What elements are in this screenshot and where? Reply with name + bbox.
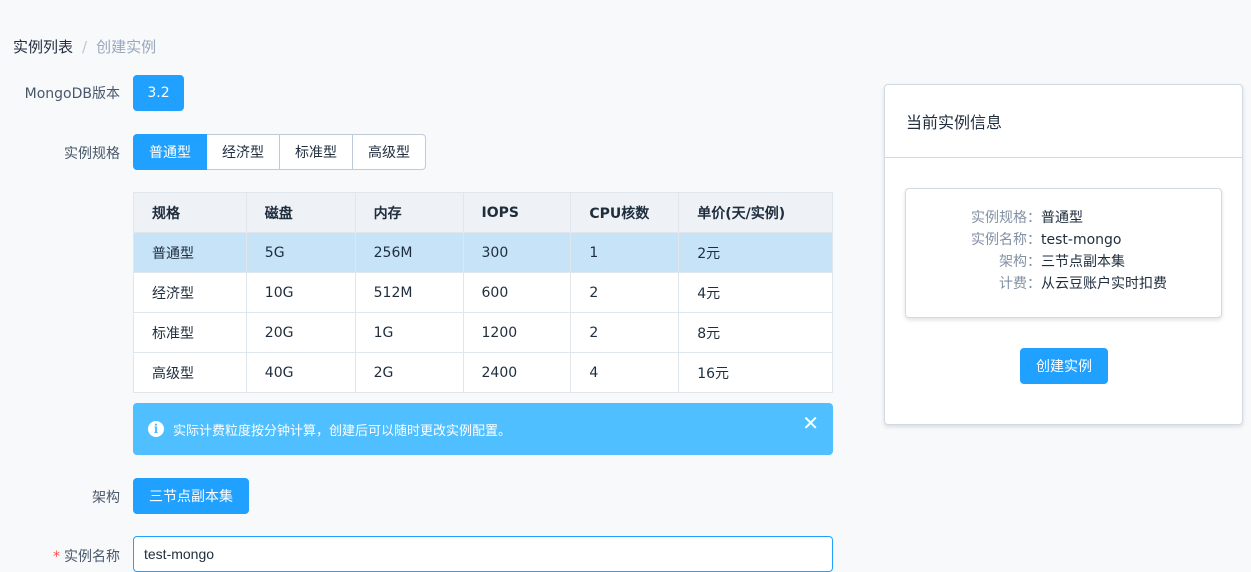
table-cell: 600 — [462, 272, 572, 313]
table-cell: 2元 — [678, 232, 833, 273]
info-key: 架构： — [999, 254, 1041, 270]
table-cell: 2 — [570, 272, 680, 313]
table-cell: 普通型 — [133, 232, 247, 273]
table-cell: 标准型 — [133, 312, 247, 353]
table-cell: 8元 — [678, 312, 833, 353]
info-value: test-mongo — [1041, 232, 1122, 248]
version-label: MongoDB版本 — [24, 86, 120, 102]
instance-info-panel: 实例规格： 普通型 实例名称： test-mongo 架构： 三节点副本集 计费： 从云… — [905, 188, 1222, 318]
arch-button[interactable]: 三节点副本集 — [133, 478, 249, 514]
close-icon[interactable]: ✕ — [802, 411, 819, 435]
info-row-name: 实例名称： test-mongo — [906, 229, 1221, 251]
breadcrumb-current: 创建实例 — [96, 38, 157, 56]
table-cell: 2400 — [462, 352, 572, 393]
info-row-spec: 实例规格： 普通型 — [906, 207, 1221, 229]
spec-option-standard[interactable]: 标准型 — [280, 134, 353, 170]
table-header: 规格 — [133, 192, 247, 233]
name-label-text: 实例名称 — [64, 549, 120, 565]
instance-info-card: 当前实例信息 实例规格： 普通型 实例名称： test-mongo 架构： 三节点副本… — [884, 84, 1243, 425]
info-key: 实例名称： — [971, 232, 1041, 248]
table-cell: 4 — [570, 352, 680, 393]
alert-text: 实际计费粒度按分钟计算，创建后可以随时更改实例配置。 — [173, 423, 512, 439]
table-cell: 2G — [354, 352, 464, 393]
spec-option-economy[interactable]: 经济型 — [207, 134, 280, 170]
table-cell: 2 — [570, 312, 680, 353]
info-key: 计费： — [999, 276, 1041, 292]
table-row[interactable]: 标准型 20G 1G 1200 2 8元 — [133, 312, 833, 353]
table-header: 单价(天/实例) — [678, 192, 833, 233]
breadcrumb: 实例列表 / 创建实例 — [13, 36, 156, 57]
breadcrumb-instance-list[interactable]: 实例列表 — [13, 38, 73, 56]
billing-alert: i 实际计费粒度按分钟计算，创建后可以随时更改实例配置。 ✕ — [133, 403, 833, 455]
table-header: 磁盘 — [245, 192, 356, 233]
table-cell: 1200 — [462, 312, 572, 353]
table-header: CPU核数 — [570, 192, 680, 233]
breadcrumb-separator: / — [82, 38, 88, 56]
info-icon: i — [148, 421, 164, 437]
required-mark: * — [53, 549, 60, 565]
info-value: 三节点副本集 — [1041, 254, 1125, 270]
table-header-row: 规格 磁盘 内存 IOPS CPU核数 单价(天/实例) — [133, 192, 833, 233]
table-cell: 20G — [245, 312, 356, 353]
table-cell: 10G — [245, 272, 356, 313]
info-key: 实例规格： — [971, 210, 1041, 226]
table-cell: 5G — [245, 232, 356, 273]
table-row[interactable]: 经济型 10G 512M 600 2 4元 — [133, 272, 833, 313]
spec-label: 实例规格 — [64, 146, 120, 162]
card-title: 当前实例信息 — [885, 85, 1242, 158]
table-cell: 1 — [570, 232, 680, 273]
table-cell: 高级型 — [133, 352, 247, 393]
info-value: 普通型 — [1041, 210, 1083, 226]
spec-table: 规格 磁盘 内存 IOPS CPU核数 单价(天/实例) 普通型 5G 256M… — [133, 192, 833, 393]
table-cell: 16元 — [678, 352, 833, 393]
table-header: IOPS — [462, 192, 572, 233]
table-row[interactable]: 普通型 5G 256M 300 1 2元 — [133, 232, 833, 273]
table-row[interactable]: 高级型 40G 2G 2400 4 16元 — [133, 352, 833, 393]
table-cell: 512M — [354, 272, 464, 313]
info-row-billing: 计费： 从云豆账户实时扣费 — [906, 273, 1221, 295]
table-cell: 256M — [354, 232, 464, 273]
table-cell: 40G — [245, 352, 356, 393]
spec-radio-group: 普通型 经济型 标准型 高级型 — [133, 134, 426, 170]
create-instance-button[interactable]: 创建实例 — [1020, 348, 1108, 384]
table-cell: 4元 — [678, 272, 833, 313]
instance-name-input[interactable] — [133, 536, 833, 572]
info-row-arch: 架构： 三节点副本集 — [906, 251, 1221, 273]
table-cell: 300 — [462, 232, 572, 273]
name-label: * 实例名称 — [0, 546, 120, 566]
table-cell: 经济型 — [133, 272, 247, 313]
table-header: 内存 — [354, 192, 464, 233]
info-value: 从云豆账户实时扣费 — [1041, 276, 1167, 292]
table-cell: 1G — [354, 312, 464, 353]
version-button[interactable]: 3.2 — [133, 75, 184, 111]
arch-label: 架构 — [92, 490, 120, 506]
spec-option-advanced[interactable]: 高级型 — [353, 134, 426, 170]
spec-option-normal[interactable]: 普通型 — [133, 134, 207, 170]
